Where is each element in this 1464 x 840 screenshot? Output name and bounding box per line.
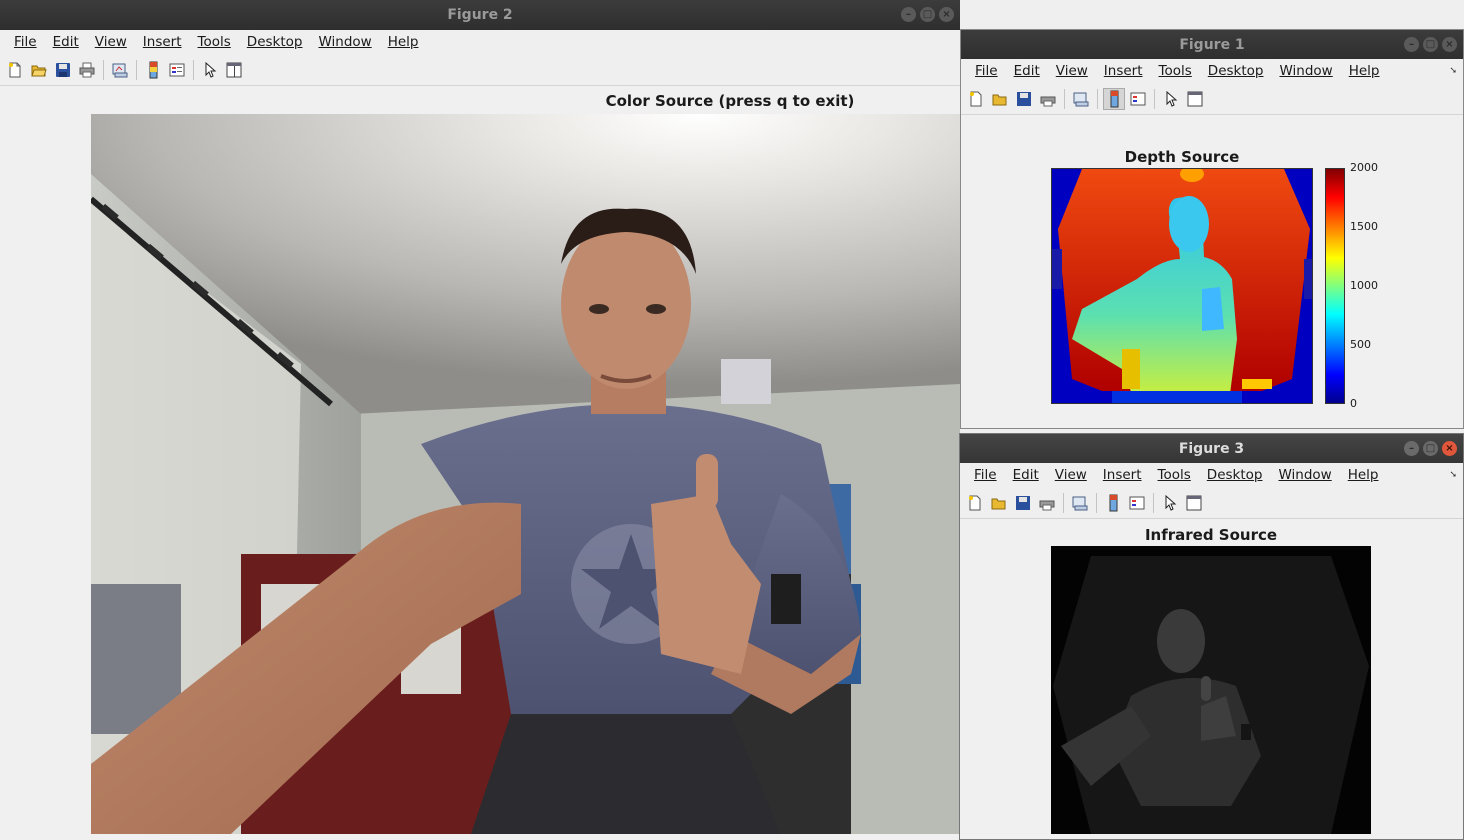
edit-plot-arrow-icon[interactable]: [199, 59, 221, 81]
menu-view[interactable]: View: [1048, 63, 1096, 79]
infrared-source-image: [1051, 546, 1371, 834]
figure1-title-bar[interactable]: Figure 1 – □ ×: [961, 30, 1463, 60]
figure2-menubar: File Edit View Insert Tools Desktop Wind…: [0, 30, 960, 54]
menu-tools[interactable]: Tools: [190, 34, 239, 50]
figure1-window-title: Figure 1: [1179, 37, 1245, 53]
figure2-window-title: Figure 2: [447, 7, 513, 23]
figure2-axes-title: Color Source (press q to exit): [605, 92, 855, 110]
insert-colorbar-icon[interactable]: [1103, 88, 1125, 110]
color-source-image: [91, 114, 960, 834]
print-icon[interactable]: [1037, 88, 1059, 110]
figure2-window: Figure 2 – □ × File Edit View Insert Too…: [0, 0, 960, 840]
new-figure-icon[interactable]: [964, 492, 986, 514]
toolbar-separator: [103, 60, 104, 80]
link-plot-icon[interactable]: [1069, 492, 1091, 514]
close-icon[interactable]: ×: [939, 7, 954, 22]
close-icon[interactable]: ×: [1442, 37, 1457, 52]
menu-desktop[interactable]: Desktop: [1199, 467, 1271, 483]
figure3-window-title: Figure 3: [1178, 441, 1245, 457]
toolbar-overflow-chevron-icon[interactable]: ➘: [1449, 470, 1457, 480]
toolbar-separator: [193, 60, 194, 80]
menu-insert[interactable]: Insert: [135, 34, 190, 50]
menu-help[interactable]: Help: [380, 34, 427, 50]
menu-tools[interactable]: Tools: [1151, 63, 1200, 79]
menu-window[interactable]: Window: [310, 34, 379, 50]
colorbar-tick-label: 1000: [1350, 279, 1378, 292]
figure1-toolbar: [961, 84, 1463, 115]
menu-edit[interactable]: Edit: [1006, 63, 1048, 79]
figure3-window: Figure 3 – □ × File Edit View Insert Too…: [959, 433, 1464, 840]
menu-tools[interactable]: Tools: [1150, 467, 1199, 483]
colorbar-tick-label: 0: [1350, 397, 1357, 410]
open-file-icon[interactable]: [28, 59, 50, 81]
minimize-icon[interactable]: –: [1404, 441, 1419, 456]
insert-colorbar-icon[interactable]: [142, 59, 164, 81]
new-figure-icon[interactable]: [4, 59, 26, 81]
menu-insert[interactable]: Insert: [1096, 63, 1151, 79]
open-file-icon[interactable]: [988, 492, 1010, 514]
toolbar-separator: [1064, 89, 1065, 109]
menu-desktop[interactable]: Desktop: [239, 34, 311, 50]
menu-view[interactable]: View: [87, 34, 135, 50]
print-icon[interactable]: [76, 59, 98, 81]
link-plot-icon[interactable]: [109, 59, 131, 81]
save-icon[interactable]: [1012, 492, 1034, 514]
maximize-icon[interactable]: □: [1423, 37, 1438, 52]
figure3-menubar: File Edit View Insert Tools Desktop Wind…: [960, 463, 1463, 487]
colorbar-tick-label: 2000: [1350, 161, 1378, 174]
depth-colorbar: [1325, 168, 1345, 404]
menu-edit[interactable]: Edit: [45, 34, 87, 50]
menu-file[interactable]: File: [6, 34, 45, 50]
insert-legend-icon[interactable]: [166, 59, 188, 81]
insert-legend-icon[interactable]: [1127, 88, 1149, 110]
toolbar-separator: [1153, 493, 1154, 513]
maximize-icon[interactable]: □: [1423, 441, 1438, 456]
insert-colorbar-icon[interactable]: [1102, 492, 1124, 514]
open-file-icon[interactable]: [989, 88, 1011, 110]
edit-plot-arrow-icon[interactable]: [1159, 492, 1181, 514]
menu-desktop[interactable]: Desktop: [1200, 63, 1272, 79]
menu-file[interactable]: File: [966, 467, 1005, 483]
property-inspector-icon[interactable]: [1183, 492, 1205, 514]
new-figure-icon[interactable]: [965, 88, 987, 110]
minimize-icon[interactable]: –: [1404, 37, 1419, 52]
figure1-menubar: File Edit View Insert Tools Desktop Wind…: [961, 59, 1463, 83]
figure2-title-bar[interactable]: Figure 2 – □ ×: [0, 0, 960, 30]
link-plot-icon[interactable]: [1070, 88, 1092, 110]
menu-help[interactable]: Help: [1340, 467, 1387, 483]
save-icon[interactable]: [1013, 88, 1035, 110]
toolbar-overflow-chevron-icon[interactable]: ➘: [1449, 66, 1457, 76]
menu-file[interactable]: File: [967, 63, 1006, 79]
print-icon[interactable]: [1036, 492, 1058, 514]
toolbar-separator: [1063, 493, 1064, 513]
colorbar-tick-label: 1500: [1350, 220, 1378, 233]
depth-source-image: [1051, 168, 1313, 404]
save-icon[interactable]: [52, 59, 74, 81]
toolbar-separator: [1097, 89, 1098, 109]
menu-view[interactable]: View: [1047, 467, 1095, 483]
figure3-title-bar[interactable]: Figure 3 – □ ×: [960, 434, 1463, 464]
menu-help[interactable]: Help: [1341, 63, 1388, 79]
edit-plot-arrow-icon[interactable]: [1160, 88, 1182, 110]
figure3-axes-title: Infrared Source: [1144, 526, 1278, 544]
menu-edit[interactable]: Edit: [1005, 467, 1047, 483]
toolbar-separator: [136, 60, 137, 80]
menu-window[interactable]: Window: [1270, 467, 1339, 483]
property-inspector-icon[interactable]: [1184, 88, 1206, 110]
maximize-icon[interactable]: □: [920, 7, 935, 22]
menu-window[interactable]: Window: [1271, 63, 1340, 79]
toolbar-separator: [1096, 493, 1097, 513]
toolbar-separator: [1154, 89, 1155, 109]
minimize-icon[interactable]: –: [901, 7, 916, 22]
menu-insert[interactable]: Insert: [1095, 467, 1150, 483]
figure1-window: Figure 1 – □ × File Edit View Insert Too…: [960, 29, 1464, 429]
figure1-axes-title: Depth Source: [1124, 148, 1240, 166]
figure2-toolbar: [0, 55, 960, 86]
figure3-toolbar: [960, 488, 1463, 519]
property-inspector-icon[interactable]: [223, 59, 245, 81]
colorbar-tick-label: 500: [1350, 338, 1371, 351]
close-icon[interactable]: ×: [1442, 441, 1457, 456]
insert-legend-icon[interactable]: [1126, 492, 1148, 514]
